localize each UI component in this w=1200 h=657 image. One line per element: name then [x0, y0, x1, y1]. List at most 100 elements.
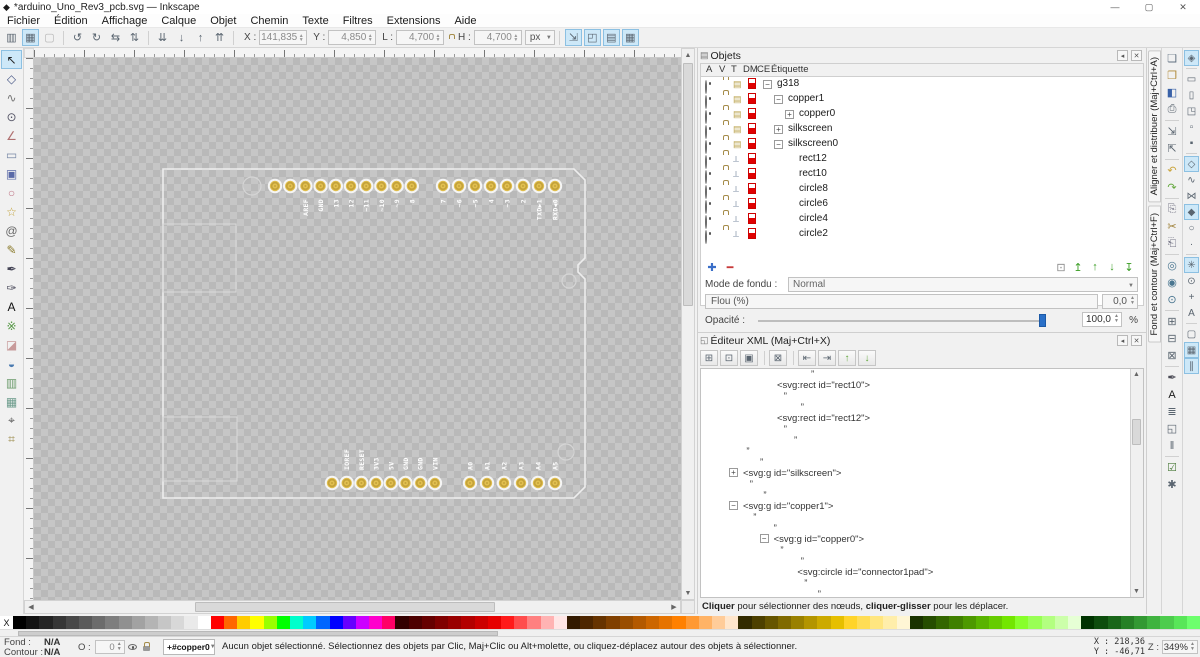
- color-swatch[interactable]: [844, 616, 857, 629]
- spray-tool[interactable]: ※: [1, 316, 22, 335]
- objects-panel-header[interactable]: ▤ Objets ◂ ✕: [698, 48, 1146, 63]
- move-node-up-button[interactable]: ↑: [838, 350, 856, 366]
- new-document-button[interactable]: ❏: [1163, 50, 1181, 67]
- color-swatch[interactable]: [303, 616, 316, 629]
- pencil-tool[interactable]: ✎: [1, 240, 22, 259]
- connector-tool[interactable]: ⌗: [1, 430, 22, 449]
- current-layer-dropdown[interactable]: +#copper0 ▼: [163, 639, 215, 655]
- gradient-tool[interactable]: ▥: [1, 373, 22, 392]
- color-swatch[interactable]: [791, 616, 804, 629]
- highlight-color-swatch[interactable]: [748, 138, 756, 149]
- hscroll-thumb[interactable]: [195, 602, 495, 612]
- object-row-silkscreen[interactable]: ▤+silkscreen: [701, 122, 1143, 137]
- xml-node[interactable]: ”: [701, 545, 1143, 556]
- pcb-pad-center[interactable]: [304, 185, 306, 187]
- color-swatch[interactable]: [1042, 616, 1055, 629]
- pcb-pad-center[interactable]: [390, 482, 392, 484]
- pcb-pad-center[interactable]: [486, 482, 488, 484]
- color-swatch[interactable]: [211, 616, 224, 629]
- snap-bbox-toggle[interactable]: ▭: [1184, 71, 1199, 87]
- color-swatch[interactable]: [541, 616, 554, 629]
- zoom-field-spinner[interactable]: ▲▼: [1189, 642, 1196, 652]
- color-swatch[interactable]: [1055, 616, 1068, 629]
- new-text-node-button[interactable]: ⊡: [720, 350, 738, 366]
- width-field-spinner[interactable]: ▲▼: [434, 31, 442, 44]
- color-swatch[interactable]: [712, 616, 725, 629]
- color-swatch[interactable]: [277, 616, 290, 629]
- highlight-color-swatch[interactable]: [748, 93, 756, 104]
- xml-node[interactable]: ”: [701, 589, 1143, 598]
- canvas-horizontal-scrollbar[interactable]: ◀ ▶: [24, 600, 681, 614]
- color-swatch[interactable]: [1094, 616, 1107, 629]
- expand-icon[interactable]: +: [729, 468, 738, 477]
- height-field-spinner[interactable]: ▲▼: [512, 31, 520, 44]
- pcb-pad-center[interactable]: [405, 482, 407, 484]
- select-all-layers-button[interactable]: ▦: [22, 29, 39, 46]
- lower-to-bottom-button[interactable]: ↧: [1121, 260, 1137, 274]
- color-swatch[interactable]: [817, 616, 830, 629]
- highlight-color-swatch[interactable]: [748, 228, 756, 239]
- color-swatch[interactable]: [448, 616, 461, 629]
- color-swatch[interactable]: [989, 616, 1002, 629]
- color-swatch[interactable]: [1121, 616, 1134, 629]
- eraser-tool[interactable]: ◪: [1, 335, 22, 354]
- pcb-pad-center[interactable]: [538, 185, 540, 187]
- canvas-vertical-scrollbar[interactable]: ▲ ▼: [681, 48, 695, 600]
- rotate-cw-button[interactable]: ↻: [88, 29, 105, 46]
- color-swatch[interactable]: [475, 616, 488, 629]
- delete-node-button[interactable]: ⊠: [769, 350, 787, 366]
- color-swatch[interactable]: [686, 616, 699, 629]
- scroll-left-icon[interactable]: ◀: [25, 601, 37, 613]
- lower-button[interactable]: ↓: [1104, 260, 1120, 274]
- pcb-pad-center[interactable]: [554, 185, 556, 187]
- affect-patterns-toggle[interactable]: ▦: [622, 29, 639, 46]
- color-swatch[interactable]: [936, 616, 949, 629]
- close-button[interactable]: ✕: [1166, 0, 1200, 14]
- star-tool[interactable]: ☆: [1, 202, 22, 221]
- color-swatch[interactable]: [620, 616, 633, 629]
- object-row-circle6[interactable]: ⟂circle6: [701, 197, 1143, 212]
- color-swatch[interactable]: [369, 616, 382, 629]
- y-field[interactable]: 4,850▲▼: [328, 30, 376, 45]
- pcb-pad-center[interactable]: [331, 482, 333, 484]
- drawing-canvas[interactable]: AREFGND1312~11~10~987~6~54~32TXD▶1RXD◀0I…: [34, 58, 681, 600]
- color-swatch[interactable]: [949, 616, 962, 629]
- xml-node[interactable]: ”: [701, 523, 1143, 534]
- pcb-mounting-hole[interactable]: [243, 177, 261, 195]
- color-swatch[interactable]: [897, 616, 910, 629]
- width-field[interactable]: 4,700▲▼: [396, 30, 444, 45]
- xml-node[interactable]: ”: [701, 512, 1143, 523]
- collapse-icon[interactable]: −: [774, 95, 783, 104]
- color-swatch[interactable]: [910, 616, 923, 629]
- unlink-clone-button[interactable]: ⊠: [1163, 347, 1181, 364]
- vscroll-thumb[interactable]: [683, 63, 693, 306]
- snap-page-border-toggle[interactable]: ▢: [1184, 326, 1199, 342]
- color-swatch[interactable]: [738, 616, 751, 629]
- flip-horizontal-button[interactable]: ⇆: [107, 29, 124, 46]
- affect-gradients-toggle[interactable]: ▤: [603, 29, 620, 46]
- color-swatch[interactable]: [1028, 616, 1041, 629]
- xml-node[interactable]: <svg:circle id="connector1pad">: [701, 567, 1143, 578]
- expand-icon[interactable]: +: [774, 125, 783, 134]
- color-swatch[interactable]: [92, 616, 105, 629]
- zoom-field[interactable]: 349%▲▼: [1162, 640, 1198, 654]
- xml-node[interactable]: ”: [701, 578, 1143, 589]
- color-swatch[interactable]: [343, 616, 356, 629]
- pcb-pad-center[interactable]: [411, 185, 413, 187]
- pcb-pad-center[interactable]: [522, 185, 524, 187]
- xml-node[interactable]: ”: [701, 490, 1143, 501]
- pcb-mounting-hole[interactable]: [562, 274, 576, 288]
- align-distribute-tab[interactable]: Aligner et distribuer (Maj+Ctrl+A): [1148, 50, 1161, 202]
- color-swatch[interactable]: [264, 616, 277, 629]
- layer-lock-icon[interactable]: [143, 646, 150, 651]
- color-swatch[interactable]: [66, 616, 79, 629]
- export-button[interactable]: ⇱: [1163, 140, 1181, 157]
- highlight-color-swatch[interactable]: [748, 183, 756, 194]
- pcb-silkscreen-rect[interactable]: [163, 224, 236, 292]
- menu-texte[interactable]: Texte: [295, 14, 335, 28]
- preferences-button[interactable]: ☑: [1163, 459, 1181, 476]
- color-swatch[interactable]: [672, 616, 685, 629]
- maximize-button[interactable]: ▢: [1132, 0, 1166, 14]
- zoom-tool[interactable]: ⊙: [1, 107, 22, 126]
- pcb-pad-center[interactable]: [503, 482, 505, 484]
